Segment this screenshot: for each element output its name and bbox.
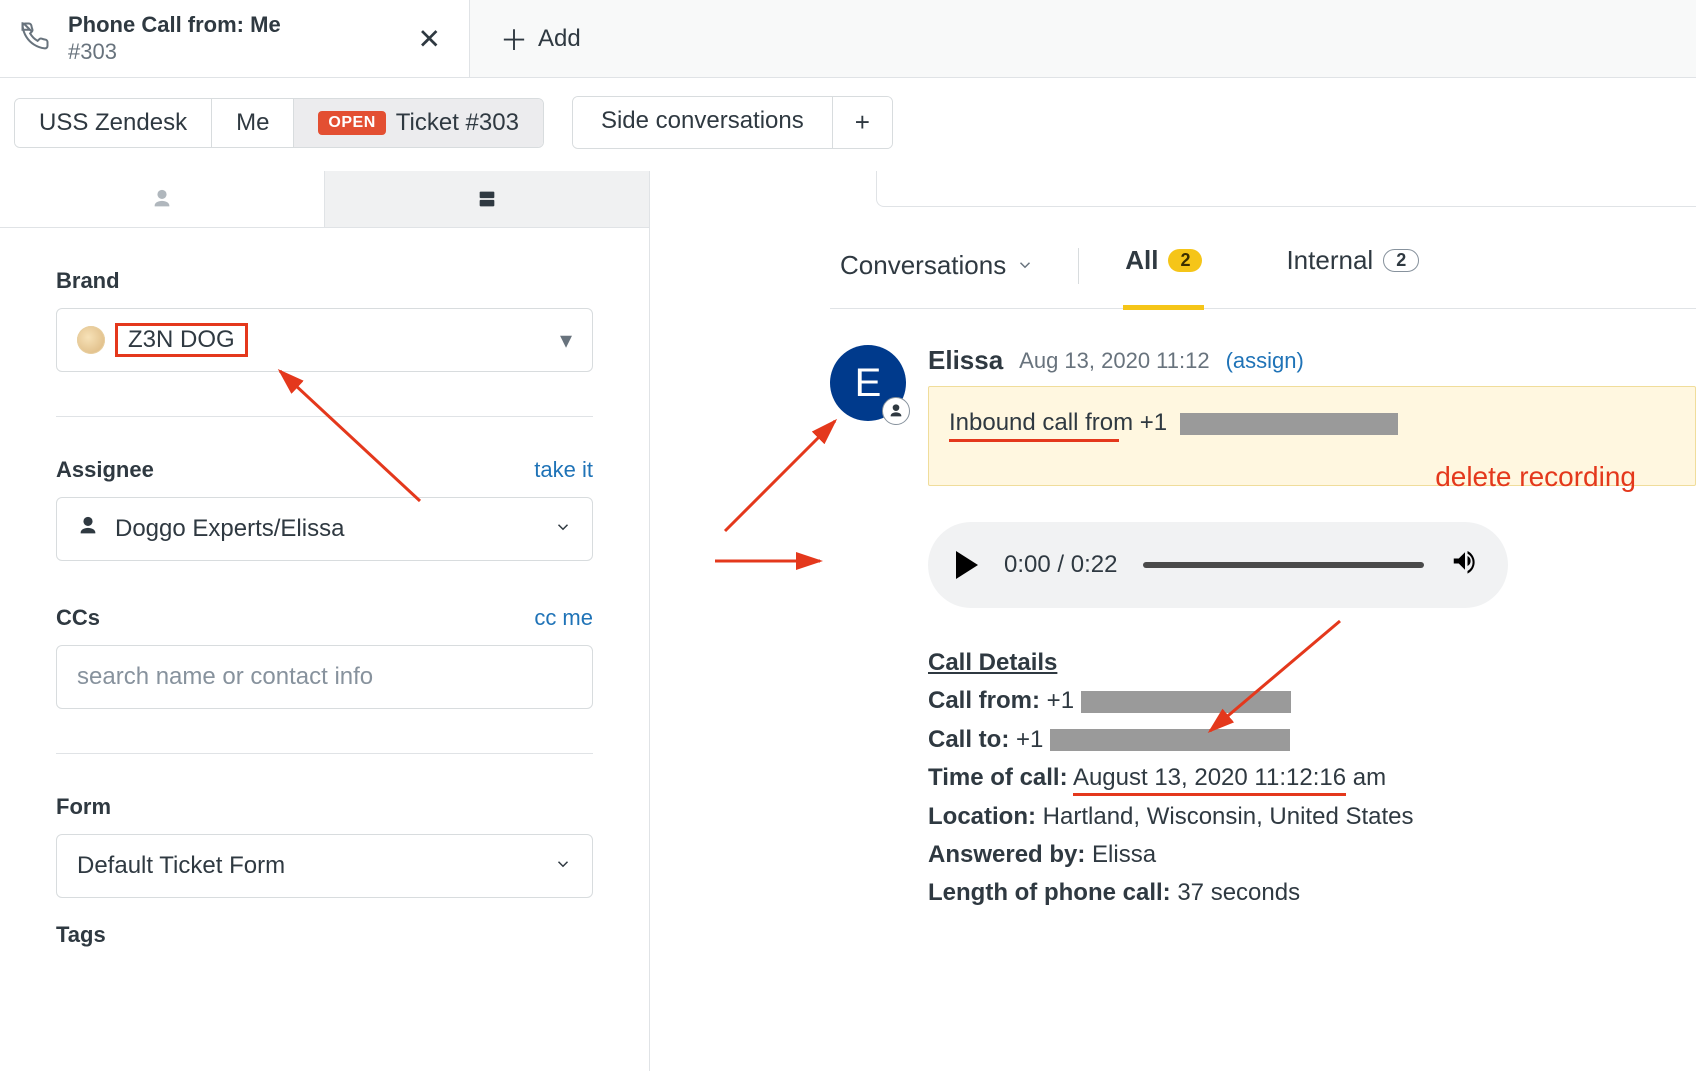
brand-label: Brand (56, 268, 593, 294)
call-to-row: Call to: +1 (928, 721, 1696, 759)
phone-incoming-icon (20, 21, 50, 56)
breadcrumb-org[interactable]: USS Zendesk (15, 99, 212, 147)
redacted-to (1050, 729, 1290, 751)
volume-icon[interactable] (1450, 546, 1480, 584)
tab-title: Phone Call from: Me (68, 12, 281, 38)
cc-me-link[interactable]: cc me (534, 605, 593, 631)
breadcrumb-bar: USS Zendesk Me OPEN Ticket #303 Side con… (0, 78, 1696, 171)
audio-track[interactable] (1143, 562, 1424, 568)
tags-label: Tags (56, 922, 593, 948)
call-length-row: Length of phone call: 37 seconds (928, 874, 1696, 912)
ccs-label: CCs (56, 605, 100, 631)
note-lead: Inbound call (949, 409, 1085, 436)
add-tab-label: Add (538, 25, 581, 53)
divider (1078, 248, 1079, 284)
conversations-dropdown[interactable]: Conversations (840, 250, 1034, 281)
brand-select[interactable]: Z3N DOG ▾ (56, 308, 593, 372)
add-tab-button[interactable]: ＋ Add (470, 19, 611, 59)
filter-tab-internal[interactable]: Internal 2 (1284, 241, 1421, 290)
filter-all-count: 2 (1168, 249, 1202, 272)
convo-date: Aug 13, 2020 11:12 (1019, 348, 1209, 374)
ticket-sidebar: Brand Z3N DOG ▾ Assignee take it (0, 171, 650, 1071)
delete-recording-link[interactable]: delete recording (1435, 461, 1636, 493)
ccs-section: CCs cc me search name or contact info (56, 605, 593, 754)
chevron-down-icon (1016, 250, 1034, 281)
call-location-row: Location: Hartland, Wisconsin, United St… (928, 798, 1696, 836)
tab-subtitle: #303 (68, 39, 281, 65)
call-time-row: Time of call: August 13, 2020 11:12:16 a… (928, 759, 1696, 797)
call-time-value: August 13, 2020 11:12:16 (1073, 764, 1346, 796)
form-select[interactable]: Default Ticket Form (56, 834, 593, 898)
breadcrumb-requester[interactable]: Me (212, 99, 294, 147)
breadcrumb-ticket[interactable]: OPEN Ticket #303 (294, 99, 543, 147)
take-it-link[interactable]: take it (534, 457, 593, 483)
filter-internal-label: Internal (1286, 245, 1373, 276)
side-conversations-add[interactable]: + (833, 97, 892, 148)
plus-icon: ＋ (500, 19, 528, 59)
audio-time: 0:00 / 0:22 (1004, 551, 1117, 579)
ccs-placeholder: search name or contact info (77, 663, 373, 691)
redacted-number (1180, 413, 1398, 435)
assignee-label: Assignee (56, 457, 154, 483)
assign-link[interactable]: (assign) (1226, 348, 1304, 374)
form-value: Default Ticket Form (77, 852, 285, 880)
call-details-title: Call Details (928, 644, 1696, 682)
filter-tab-all[interactable]: All 2 (1123, 241, 1204, 290)
play-icon[interactable] (956, 551, 978, 579)
filter-all-label: All (1125, 245, 1158, 276)
chevron-down-icon (554, 852, 572, 880)
user-badge-icon (882, 397, 910, 425)
call-from-row: Call from: +1 (928, 682, 1696, 720)
author-initial: E (855, 361, 882, 406)
author-name: Elissa (928, 345, 1003, 376)
ticket-main: Conversations All 2 Internal 2 (650, 171, 1696, 1071)
call-details: Call Details Call from: +1 Call to: +1 T… (928, 644, 1696, 913)
breadcrumb-ticket-label: Ticket #303 (396, 109, 519, 137)
conversation-filter-row: Conversations All 2 Internal 2 (830, 241, 1696, 309)
user-icon (77, 515, 99, 543)
breadcrumb-group: USS Zendesk Me OPEN Ticket #303 (14, 98, 544, 148)
chevron-down-icon (554, 515, 572, 543)
form-label: Form (56, 794, 593, 820)
sidebar-tab-customer[interactable] (0, 171, 325, 227)
brand-avatar-icon (77, 326, 105, 354)
status-badge: OPEN (318, 111, 385, 135)
ccs-input[interactable]: search name or contact info (56, 645, 593, 709)
call-answered-row: Answered by: Elissa (928, 836, 1696, 874)
assignee-select[interactable]: Doggo Experts/Elissa (56, 497, 593, 561)
side-conversations-group: Side conversations + (572, 96, 893, 149)
sidebar-tab-context[interactable] (325, 171, 649, 227)
redacted-from (1081, 691, 1291, 713)
brand-value: Z3N DOG (115, 323, 248, 357)
tags-section: Tags (56, 922, 593, 1006)
audio-player[interactable]: 0:00 / 0:22 (928, 522, 1508, 608)
top-tab-bar: Phone Call from: Me #303 ✕ ＋ Add (0, 0, 1696, 78)
conversation-item: E Elissa Aug 13, 2020 11:12 (assign) (830, 345, 1696, 913)
note-tail: from +1 (1085, 409, 1167, 436)
filter-internal-count: 2 (1383, 249, 1419, 272)
form-section: Form Default Ticket Form (56, 794, 593, 922)
brand-section: Brand Z3N DOG ▾ (56, 268, 593, 417)
close-icon[interactable]: ✕ (418, 22, 441, 55)
chevron-down-icon: ▾ (560, 326, 572, 355)
assignee-value: Doggo Experts/Elissa (115, 515, 344, 543)
side-conversations-button[interactable]: Side conversations (573, 97, 833, 148)
author-avatar: E (830, 345, 906, 421)
ticket-tab[interactable]: Phone Call from: Me #303 ✕ (0, 0, 470, 77)
conversations-label: Conversations (840, 250, 1006, 281)
note-text: Inbound call from +1 (949, 409, 1398, 437)
assignee-section: Assignee take it Doggo Experts/Elissa (56, 457, 593, 605)
